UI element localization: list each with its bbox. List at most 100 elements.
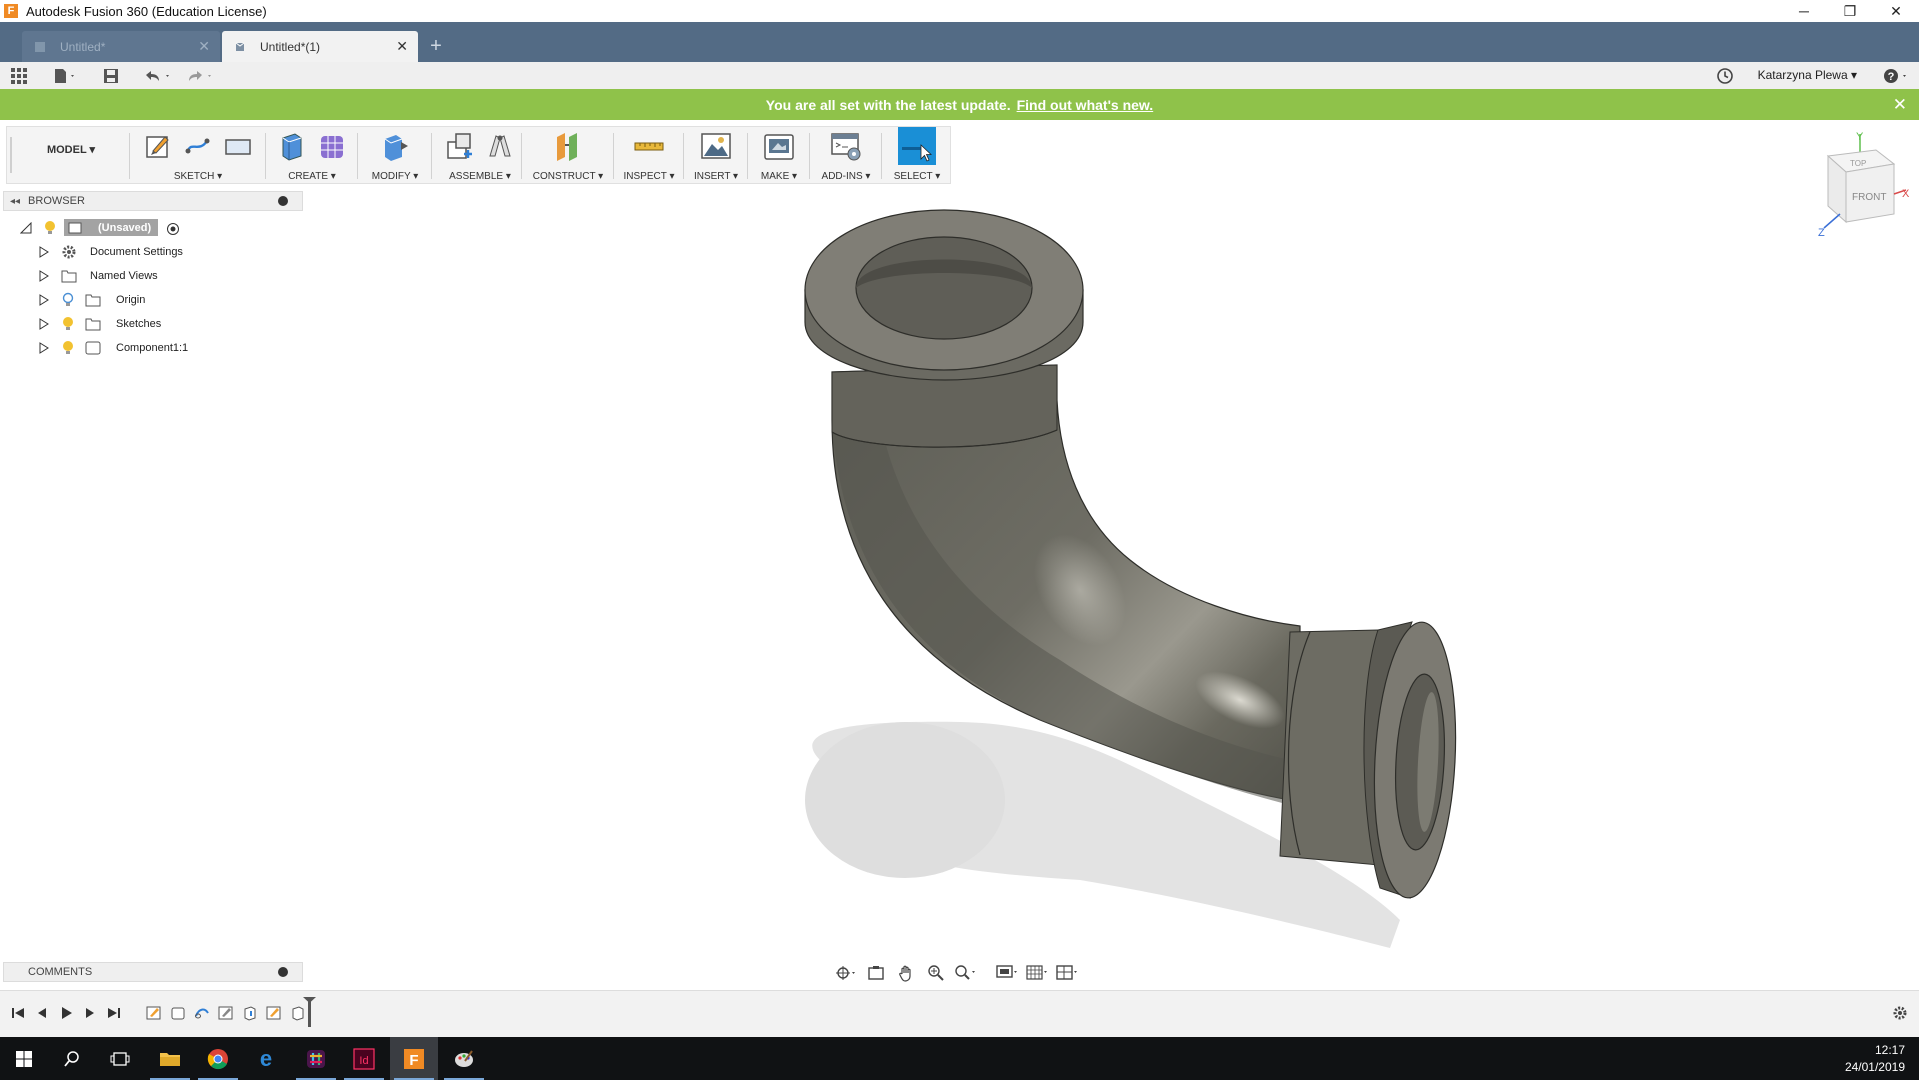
create-menu-label[interactable]: CREATE ▾ — [269, 171, 355, 182]
create-sketch-icon[interactable] — [141, 129, 175, 163]
timeline-sketch-feature-icon[interactable] — [146, 1005, 162, 1021]
line-sketch-icon[interactable] — [181, 129, 215, 163]
timeline-previous-icon[interactable] — [34, 1005, 50, 1021]
indesign-icon[interactable]: Id — [340, 1037, 388, 1080]
rectangle-sketch-icon[interactable] — [221, 129, 255, 163]
whats-new-link[interactable]: Find out what's new. — [1017, 97, 1154, 113]
visibility-bulb-icon[interactable] — [62, 340, 74, 356]
expand-arrow-icon[interactable] — [38, 246, 50, 258]
visibility-bulb-icon[interactable] — [44, 220, 56, 236]
look-at-icon[interactable] — [864, 963, 888, 983]
browser-item-root[interactable]: (Unsaved) — [0, 218, 200, 238]
insert-menu-label[interactable]: INSERT ▾ — [687, 171, 745, 182]
expand-arrow-icon[interactable] — [38, 270, 50, 282]
display-settings-icon[interactable] — [996, 963, 1020, 983]
select-menu-label[interactable]: SELECT ▾ — [885, 171, 949, 182]
chrome-icon[interactable] — [194, 1037, 242, 1080]
expand-arrow-icon[interactable] — [38, 318, 50, 330]
view-cube-front-face[interactable]: FRONT — [1852, 192, 1886, 203]
add-ins-group[interactable]: ADD-INS ▾ — [813, 127, 879, 185]
create-group[interactable]: CREATE ▾ — [269, 127, 355, 185]
timeline-extrude-feature-icon[interactable] — [242, 1005, 258, 1021]
minimize-button[interactable]: ─ — [1781, 0, 1827, 22]
3d-print-icon[interactable] — [762, 129, 796, 163]
modify-group[interactable]: MODIFY ▾ — [361, 127, 429, 185]
tab-close-button[interactable]: ✕ — [396, 38, 408, 55]
assemble-group[interactable]: ASSEMBLE ▾ — [435, 127, 525, 185]
timeline-last-icon[interactable] — [106, 1005, 122, 1021]
expand-arrow-icon[interactable] — [38, 294, 50, 306]
timeline-first-icon[interactable] — [10, 1005, 26, 1021]
extrude-icon[interactable] — [275, 129, 309, 163]
canvas-viewport[interactable] — [0, 188, 1919, 988]
user-account-menu[interactable]: Katarzyna Plewa ▾ — [1758, 68, 1857, 82]
insert-canvas-icon[interactable] — [699, 129, 733, 163]
make-group[interactable]: MAKE ▾ — [751, 127, 807, 185]
windows-start-icon[interactable] — [0, 1037, 48, 1080]
file-explorer-icon[interactable] — [146, 1037, 194, 1080]
timeline-settings-gear-icon[interactable] — [1892, 1005, 1908, 1021]
timeline-sketch3-feature-icon[interactable] — [266, 1005, 282, 1021]
sketch-menu-label[interactable]: SKETCH ▾ — [133, 171, 263, 182]
search-icon[interactable] — [48, 1037, 96, 1080]
form-icon[interactable] — [315, 129, 349, 163]
joint-icon[interactable] — [483, 129, 517, 163]
assemble-menu-label[interactable]: ASSEMBLE ▾ — [435, 171, 525, 182]
document-tab-untitled-1[interactable]: Untitled*(1) ✕ — [222, 31, 418, 62]
timeline-marker[interactable] — [308, 999, 311, 1027]
help-icon[interactable]: ? — [1882, 66, 1912, 86]
expand-triangle-icon[interactable] — [20, 222, 32, 234]
browser-item-named-views[interactable]: Named Views — [0, 266, 200, 286]
select-group[interactable]: SELECT ▾ — [885, 127, 949, 185]
inspect-group[interactable]: INSPECT ▾ — [617, 127, 681, 185]
system-clock[interactable]: 12:17 24/01/2019 — [1845, 1042, 1905, 1076]
browser-panel-header[interactable]: ◂◂ BROWSER — [3, 191, 303, 211]
edge-icon[interactable]: e — [242, 1037, 290, 1080]
undo-icon[interactable] — [142, 66, 174, 86]
view-cube-top-face[interactable]: TOP — [1850, 159, 1866, 168]
restore-button[interactable]: ❐ — [1827, 0, 1873, 22]
press-pull-icon[interactable] — [378, 129, 412, 163]
timeline-extrude2-feature-icon[interactable] — [290, 1005, 306, 1021]
pipe-elbow-model[interactable] — [0, 188, 1919, 988]
browser-item-component[interactable]: Component1:1 — [0, 338, 200, 358]
inspect-menu-label[interactable]: INSPECT ▾ — [617, 171, 681, 182]
banner-close-button[interactable]: ✕ — [1893, 95, 1907, 115]
view-cube[interactable]: Y TOP FRONT X Z — [1810, 130, 1910, 240]
redo-icon[interactable] — [184, 66, 216, 86]
scripts-add-ins-icon[interactable] — [829, 129, 863, 163]
expand-arrow-icon[interactable] — [38, 342, 50, 354]
timeline-sweep-feature-icon[interactable] — [194, 1005, 210, 1021]
browser-item-origin[interactable]: Origin — [0, 290, 200, 310]
insert-group[interactable]: INSERT ▾ — [687, 127, 745, 185]
browser-collapse-button[interactable]: ◂◂ — [10, 196, 20, 207]
timeline-body-feature-icon[interactable] — [170, 1005, 186, 1021]
make-menu-label[interactable]: MAKE ▾ — [751, 171, 807, 182]
zoom-window-icon[interactable] — [954, 963, 978, 983]
workspace-switcher[interactable]: MODEL ▾ — [21, 143, 121, 156]
timeline-sketch2-feature-icon[interactable] — [218, 1005, 234, 1021]
orbit-icon[interactable] — [834, 963, 858, 983]
new-tab-button[interactable]: + — [424, 34, 448, 58]
browser-pin-icon[interactable] — [278, 196, 288, 206]
viewports-icon[interactable] — [1056, 963, 1080, 983]
construct-menu-label[interactable]: CONSTRUCT ▾ — [525, 171, 611, 182]
modify-menu-label[interactable]: MODIFY ▾ — [361, 171, 429, 182]
add-comment-icon[interactable] — [278, 967, 288, 977]
save-icon[interactable] — [102, 66, 120, 86]
select-tool-icon[interactable] — [898, 127, 936, 165]
construct-group[interactable]: CONSTRUCT ▾ — [525, 127, 611, 185]
timeline-next-icon[interactable] — [82, 1005, 98, 1021]
tab-close-button[interactable]: ✕ — [198, 38, 210, 55]
timeline-play-icon[interactable] — [58, 1005, 74, 1021]
measure-icon[interactable] — [632, 129, 666, 163]
comments-panel-header[interactable]: COMMENTS — [3, 962, 303, 982]
file-menu-icon[interactable] — [52, 66, 78, 86]
activate-radio-icon[interactable] — [166, 222, 180, 236]
task-view-icon[interactable] — [96, 1037, 144, 1080]
pan-hand-icon[interactable] — [894, 963, 918, 983]
data-panel-grid-icon[interactable] — [10, 66, 28, 86]
grid-settings-icon[interactable] — [1026, 963, 1050, 983]
visibility-bulb-icon[interactable] — [62, 316, 74, 332]
paint-icon[interactable] — [440, 1037, 488, 1080]
